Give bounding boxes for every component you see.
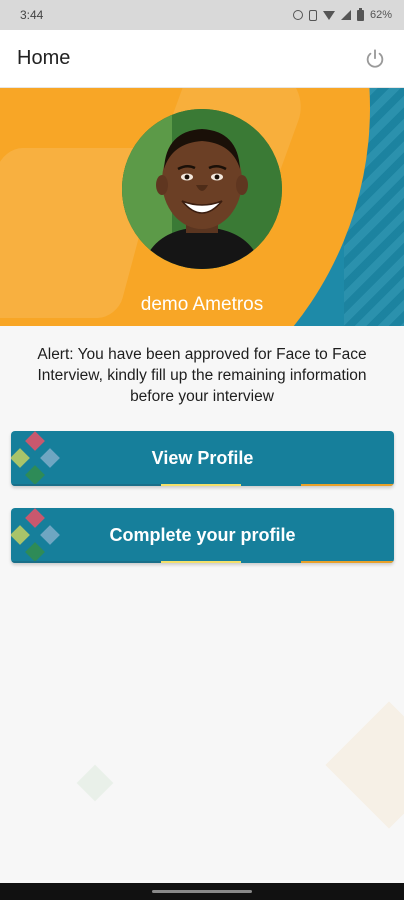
button-stripe [11, 484, 161, 486]
button-stripe [161, 484, 241, 486]
background-decor [76, 764, 114, 802]
user-name: demo Ametros [140, 294, 264, 315]
alarm-icon [292, 10, 303, 20]
profile-hero: demo Ametros [0, 88, 404, 326]
button-decor [11, 508, 71, 563]
app-bar: Home [0, 30, 404, 88]
home-gesture-handle[interactable] [152, 890, 252, 893]
diamond-decor [40, 525, 60, 545]
button-stripe [301, 484, 394, 486]
diamond-decor [25, 431, 45, 451]
logout-button[interactable] [362, 46, 388, 72]
profile-photo [122, 109, 282, 269]
status-bar: 3:44 62% [0, 0, 404, 30]
button-stripe [11, 561, 161, 563]
battery-icon [356, 7, 364, 21]
button-decor [11, 431, 71, 486]
app-screen: 3:44 62% Home demo Ametros Alert: You ha… [0, 0, 404, 900]
vibrate-icon [308, 9, 317, 21]
complete-profile-label: Complete your profile [109, 525, 296, 545]
background-decor [325, 701, 404, 829]
view-profile-button[interactable]: View Profile [11, 431, 394, 486]
diamond-decor [11, 448, 30, 468]
view-profile-label: View Profile [151, 448, 254, 468]
avatar[interactable] [122, 109, 282, 269]
diamond-decor [40, 448, 60, 468]
status-icons: 62% [292, 7, 392, 21]
diamond-decor [25, 508, 45, 528]
diamond-decor [25, 542, 45, 562]
power-icon [366, 48, 384, 68]
page-title: Home [17, 47, 71, 69]
status-time: 3:44 [20, 8, 44, 22]
signal-icon [340, 10, 351, 20]
button-stripe [301, 561, 394, 563]
wifi-icon [322, 10, 335, 20]
approval-alert: Alert: You have been approved for Face t… [37, 346, 367, 405]
system-nav-bar [0, 883, 404, 900]
diamond-decor [11, 525, 30, 545]
button-stripe [161, 561, 241, 563]
complete-profile-button[interactable]: Complete your profile [11, 508, 394, 563]
diamond-decor [25, 465, 45, 485]
battery-percent: 62% [369, 9, 392, 21]
